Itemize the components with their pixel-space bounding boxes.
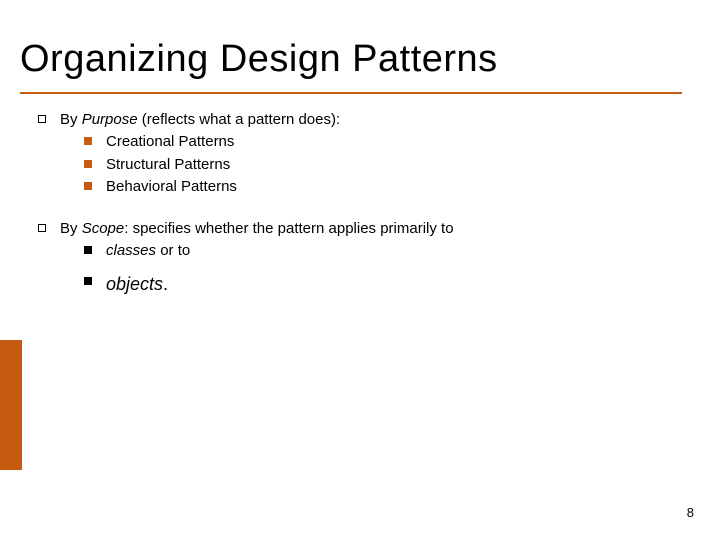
list-item: By Purpose (reflects what a pattern does… [38, 110, 678, 197]
text: Creational Patterns [106, 133, 234, 150]
page-number: 8 [687, 505, 694, 520]
text: . [163, 274, 168, 294]
list-item: By Scope: specifies whether the pattern … [38, 219, 678, 296]
text: By [60, 111, 82, 128]
emphasis: Scope [82, 220, 125, 237]
sub-list-item: Creational Patterns [84, 132, 678, 152]
text: (reflects what a pattern does): [138, 111, 341, 128]
emphasis: Purpose [82, 111, 138, 128]
slide: Organizing Design Patterns By Purpose (r… [0, 0, 720, 540]
sub-list-item: objects. [84, 272, 678, 296]
emphasis: objects [106, 274, 163, 294]
sub-list-item: Structural Patterns [84, 155, 678, 175]
text: Structural Patterns [106, 156, 230, 173]
text: : specifies whether the pattern applies … [124, 220, 453, 237]
sub-list-item: classes or to [84, 241, 678, 261]
text: or to [156, 242, 190, 259]
title-underline [20, 92, 682, 94]
text: Behavioral Patterns [106, 178, 237, 195]
text: By [60, 220, 82, 237]
sub-list-item: Behavioral Patterns [84, 177, 678, 197]
emphasis: classes [106, 242, 156, 259]
accent-strip [0, 340, 22, 470]
page-title: Organizing Design Patterns [20, 38, 498, 81]
content-area: By Purpose (reflects what a pattern does… [38, 110, 678, 310]
